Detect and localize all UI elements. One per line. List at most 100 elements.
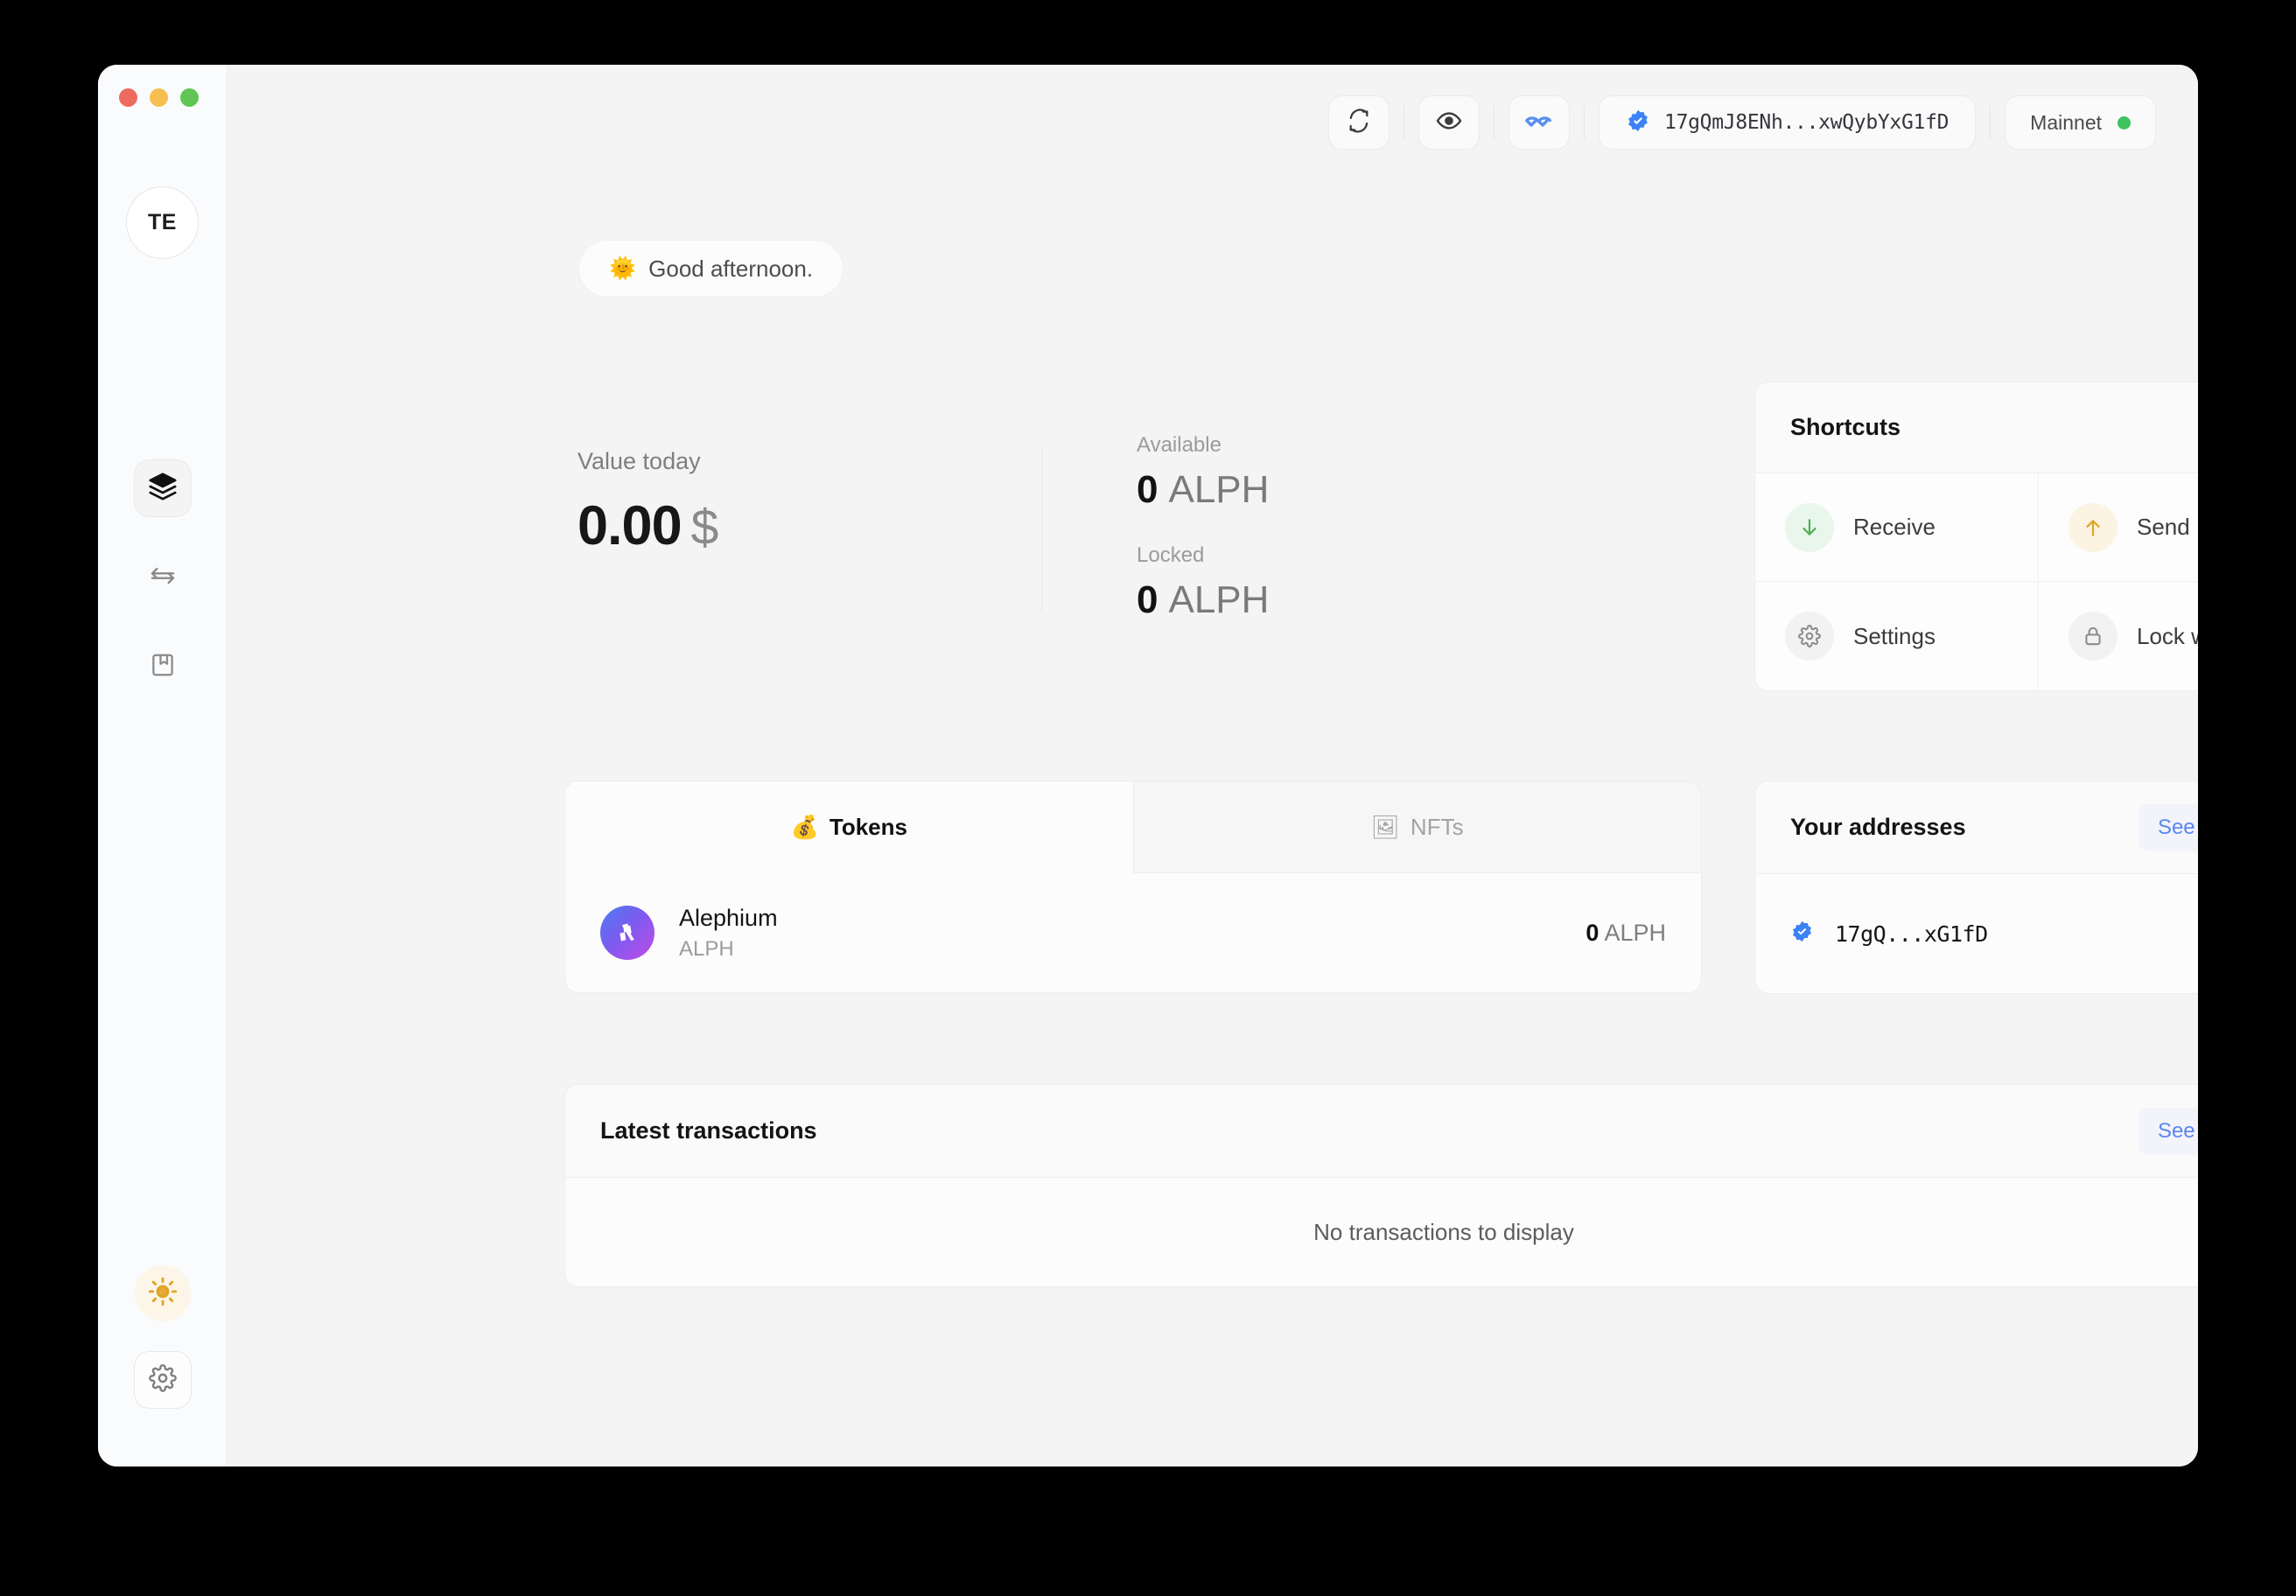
walletconnect-icon [1524, 109, 1554, 136]
token-symbol: ALPH [679, 936, 734, 961]
shortcut-settings[interactable]: Settings [1755, 582, 2039, 690]
lock-icon [2068, 612, 2118, 661]
available-value-row: 0 ALPH [1137, 468, 1269, 512]
alph-balances: Available 0 ALPH Locked 0 ALPH [1042, 428, 1269, 622]
settings-button[interactable] [133, 1351, 192, 1409]
network-status-dot [2118, 116, 2131, 130]
topbar-divider [1584, 105, 1586, 140]
locked-label: Locked [1137, 543, 1205, 567]
tab-tokens-label: Tokens [829, 814, 907, 840]
locked-unit: ALPH [1168, 578, 1270, 621]
value-today-amount: 0.00 [578, 495, 682, 556]
address-short-text: 17gQ...xG1fD [1835, 920, 1988, 947]
arrow-up-icon [2068, 502, 2118, 552]
avatar-initials: TE [148, 210, 177, 234]
sidebar-nav [133, 459, 192, 696]
sun-with-face-icon: 🌞 [609, 256, 637, 281]
shortcut-settings-label: Settings [1853, 622, 1936, 649]
refresh-icon [1347, 108, 1371, 137]
eye-icon [1436, 108, 1462, 138]
value-today-amount-row: 0.00 $ [578, 494, 1041, 557]
sidebar: TE [98, 65, 228, 1466]
shortcut-send[interactable]: Send [2039, 473, 2198, 582]
walletconnect-button[interactable] [1508, 95, 1571, 150]
app-window: TE 17gQmJ8ENh...xwQybYxG1fD Mainnet 🌞 Go… [98, 65, 2198, 1466]
main-content: 17gQmJ8ENh...xwQybYxG1fD Mainnet 🌞 Good … [228, 65, 2198, 1466]
tab-tokens[interactable]: 💰 Tokens [565, 781, 1133, 873]
value-today-currency: $ [690, 500, 719, 556]
transactions-empty-state: No transactions to display [565, 1178, 2198, 1286]
available-label: Available [1137, 433, 1222, 457]
addresses-title: Your addresses [1790, 814, 1966, 840]
shortcuts-header: Shortcuts [1755, 382, 2198, 473]
network-label: Mainnet [2030, 110, 2102, 134]
value-today-label: Value today [578, 448, 701, 474]
shortcut-lock-wallet-label: Lock wallet [2137, 622, 2198, 649]
address-book-icon [150, 652, 176, 682]
shortcut-receive-label: Receive [1853, 514, 1936, 540]
addresses-header: Your addresses See more › [1755, 781, 2198, 874]
token-row[interactable]: Alephium ALPH 0 ALPH [565, 873, 1701, 992]
transactions-empty-message: No transactions to display [1313, 1218, 1574, 1245]
address-list-item[interactable]: 17gQ...xG1fD 0.00 $ [1755, 874, 2198, 993]
token-identity: Alephium ALPH [679, 905, 778, 962]
available-amount: 0 [1137, 468, 1158, 511]
avatar[interactable]: TE [126, 186, 199, 259]
verified-badge-icon [1790, 920, 1814, 948]
sidebar-item-transfer[interactable] [134, 549, 192, 606]
transfer-arrows-icon [149, 562, 177, 594]
shortcuts-card: Shortcuts Receive Send Settings Lock [1754, 382, 2198, 691]
verified-badge-icon [1626, 108, 1650, 137]
topbar-divider [1990, 105, 1992, 140]
arrow-down-icon [1785, 502, 1834, 552]
token-unit: ALPH [1604, 919, 1666, 946]
framed-picture-icon: 🖼 [1370, 813, 1400, 840]
tab-nfts-label: NFTs [1410, 813, 1464, 840]
greeting-pill: 🌞 Good afternoon. [578, 240, 844, 298]
active-address-text: 17gQmJ8ENh...xwQybYxG1fD [1664, 111, 1950, 134]
close-window-button[interactable] [119, 88, 137, 107]
network-selector[interactable]: Mainnet [2005, 95, 2156, 150]
addresses-see-more-button[interactable]: See more › [2138, 803, 2198, 851]
sidebar-bottom-nav [133, 1265, 192, 1409]
shortcut-send-label: Send [2137, 514, 2190, 540]
maximize-window-button[interactable] [180, 88, 199, 107]
alephium-logo-icon [600, 906, 654, 960]
gear-icon [1785, 612, 1834, 661]
transactions-title: Latest transactions [600, 1117, 817, 1144]
active-address-selector[interactable]: 17gQmJ8ENh...xwQybYxG1fD [1599, 95, 1977, 150]
window-traffic-lights [119, 88, 199, 107]
token-amount-row: 0 ALPH [1586, 920, 1666, 947]
balance-summary: Value today 0.00 $ Available 0 ALPH Lock… [578, 428, 1269, 622]
toggle-balance-visibility-button[interactable] [1418, 95, 1480, 150]
gear-icon [148, 1363, 177, 1396]
token-amount: 0 [1586, 919, 1600, 946]
addresses-card: Your addresses See more › 17gQ...xG1fD 0… [1754, 780, 2198, 994]
transactions-see-more-label: See more [2157, 1118, 2198, 1143]
assets-card: 💰 Tokens 🖼 NFTs Alephium ALPH 0 ALPH [564, 780, 1702, 993]
transactions-card: Latest transactions See more › No transa… [564, 1084, 2198, 1287]
minimize-window-button[interactable] [150, 88, 168, 107]
shortcut-receive[interactable]: Receive [1755, 473, 2039, 582]
money-bag-icon: 💰 [790, 814, 819, 840]
locked-value-row: 0 ALPH [1137, 578, 1269, 622]
sidebar-item-overview[interactable] [133, 459, 192, 517]
value-today-block: Value today 0.00 $ [578, 428, 1041, 622]
shortcut-lock-wallet[interactable]: Lock wallet [2039, 582, 2198, 690]
locked-amount: 0 [1137, 578, 1158, 621]
shortcuts-grid: Receive Send Settings Lock [1755, 473, 2198, 690]
addresses-see-more-label: See more [2157, 815, 2198, 839]
token-name: Alephium [679, 904, 778, 931]
topbar: 17gQmJ8ENh...xwQybYxG1fD Mainnet [228, 65, 2198, 180]
transactions-see-more-button[interactable]: See more › [2138, 1107, 2198, 1155]
transactions-header: Latest transactions See more › [565, 1085, 2198, 1178]
sidebar-item-address-book[interactable] [134, 638, 192, 696]
available-unit: ALPH [1168, 468, 1270, 511]
theme-toggle[interactable] [134, 1265, 191, 1321]
sun-icon [148, 1277, 178, 1311]
shortcuts-title: Shortcuts [1790, 414, 1901, 440]
greeting-text: Good afternoon. [648, 255, 814, 282]
refresh-button[interactable] [1328, 95, 1390, 150]
tab-nfts[interactable]: 🖼 NFTs [1132, 781, 1701, 873]
layers-icon [148, 472, 178, 506]
